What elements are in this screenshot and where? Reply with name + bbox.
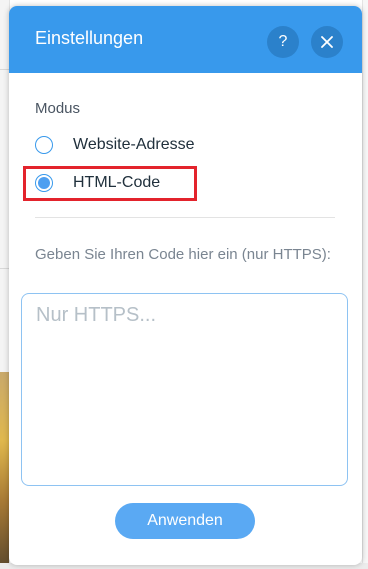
code-instruction: Geben Sie Ihren Code hier ein (nur HTTPS… (35, 246, 331, 263)
close-button[interactable] (311, 26, 343, 58)
radio-label: Website-Adresse (73, 136, 195, 153)
panel-title: Einstellungen (35, 28, 144, 48)
panel-header: Einstellungen ? (9, 6, 362, 73)
background-right-panel (362, 0, 368, 569)
apply-button[interactable]: Anwenden (115, 503, 255, 539)
help-icon: ? (278, 33, 288, 50)
highlight-annotation (23, 166, 197, 201)
settings-panel: Einstellungen ? Modus Website-Adresse HT… (9, 6, 362, 565)
help-button[interactable]: ? (267, 26, 299, 58)
close-icon (321, 36, 333, 48)
divider (35, 217, 335, 218)
code-input[interactable] (21, 293, 348, 486)
background-image (0, 372, 9, 569)
radio-website-address[interactable]: Website-Adresse (35, 136, 195, 154)
background-divider (0, 268, 9, 269)
radio-button[interactable] (35, 136, 53, 154)
background-divider (0, 69, 9, 70)
mode-label: Modus (35, 100, 81, 117)
